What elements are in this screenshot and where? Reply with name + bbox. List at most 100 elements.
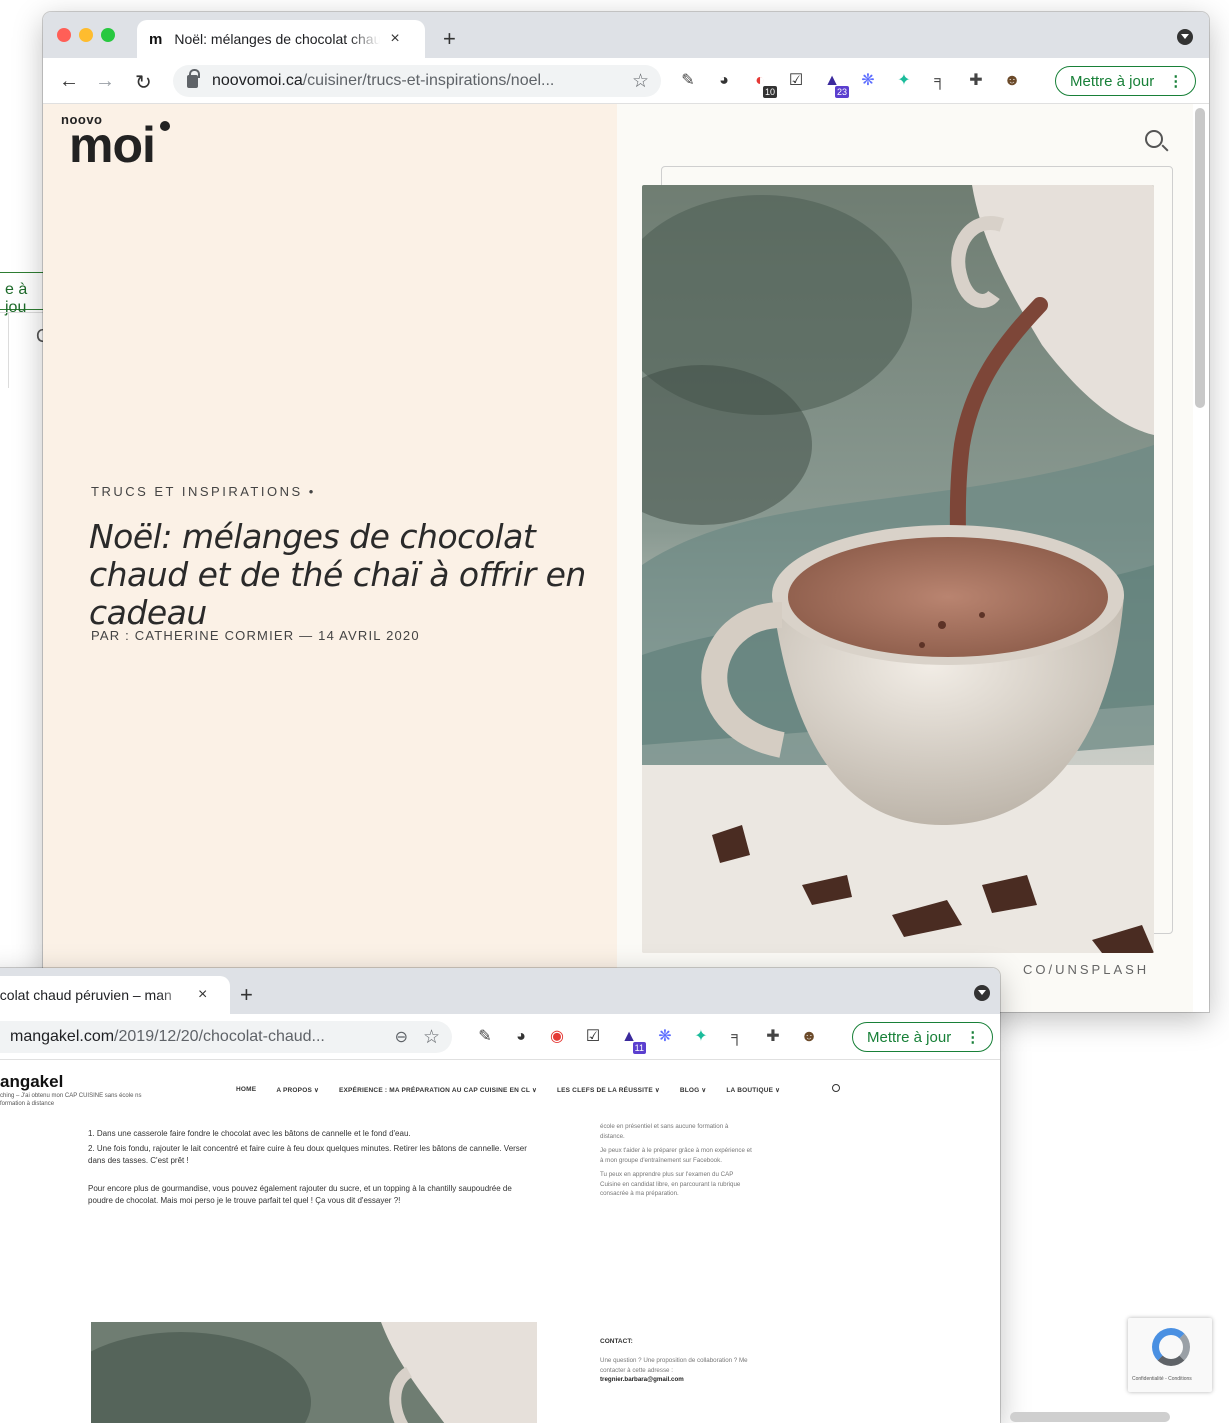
glasses-icon[interactable]: ◕ <box>713 70 735 92</box>
browser-toolbar-2: mangakel.com/2019/12/20/chocolat-chaud..… <box>0 1014 1000 1060</box>
checkbox-icon[interactable]: ☑ <box>582 1026 604 1048</box>
profile-menu-icon[interactable] <box>1177 29 1193 45</box>
close-tab-icon[interactable]: × <box>390 30 399 48</box>
reload-icon[interactable]: ↻ <box>135 70 152 95</box>
contact-block: Une question ? Une proposition de collab… <box>600 1356 756 1385</box>
tab-strip-2: ocolat chaud péruvien – man × + <box>0 968 1000 1014</box>
noovomoi-page: noovo moi TRUCS ET INSPIRATIONS • Noël: … <box>43 104 1209 1012</box>
bookmark-star-icon-2[interactable]: ☆ <box>423 1026 440 1049</box>
zoom-window-button[interactable] <box>101 28 115 42</box>
pipe-icon[interactable]: ╕ <box>929 70 951 92</box>
browser-toolbar: ← → ↻ noovomoi.ca/cuisiner/trucs-et-insp… <box>43 58 1209 104</box>
nav-clefs-reussite[interactable]: LES CLEFS DE LA RÉUSSITE ∨ <box>557 1086 660 1094</box>
extensions-bar: ✎ ◕ ◐ 10 ☑ ▲ 23 ❋ ✦ ╕ ✚ ☻ <box>677 70 1023 98</box>
puzzle-icon[interactable]: ✚ <box>762 1026 784 1048</box>
graduation-cap-icon[interactable]: ▲ 11 <box>618 1026 646 1054</box>
close-tab-icon-2[interactable]: × <box>198 986 207 1004</box>
address-bar[interactable]: noovomoi.ca/cuisiner/trucs-et-inspiratio… <box>173 65 661 97</box>
contact-email-link[interactable]: tregnier.barbara@gmail.com <box>600 1375 756 1385</box>
nav-experience[interactable]: EXPÉRIENCE : MA PRÉPARATION AU CAP CUISI… <box>339 1086 537 1094</box>
recaptcha-text[interactable]: Confidentialité - Conditions <box>1132 1376 1192 1382</box>
recipe-photo <box>91 1322 537 1423</box>
extension-badge: 10 <box>762 86 777 98</box>
new-tab-button[interactable]: + <box>443 26 456 52</box>
url-host-2: mangakel.com <box>10 1028 115 1045</box>
recaptcha-icon <box>1152 1328 1190 1366</box>
address-bar-2[interactable]: mangakel.com/2019/12/20/chocolat-chaud..… <box>0 1021 452 1053</box>
article-byline: PAR : CATHERINE CORMIER — 14 AVRIL 2020 <box>91 628 420 643</box>
url-path: /cuisiner/trucs-et-inspirations/noel... <box>302 72 555 89</box>
recipe-body: 1. Dans une casserole faire fondre le ch… <box>88 1128 538 1210</box>
site-tagline: ching – J'ai obtenu mon CAP CUISINE sans… <box>0 1093 142 1107</box>
bookmark-star-icon[interactable]: ☆ <box>632 70 649 93</box>
sidebar-paragraph: Je peux t'aider à le préparer grâce à mo… <box>600 1147 752 1164</box>
tab-title: Noël: mélanges de chocolat chaud <box>174 31 381 47</box>
nav-blog[interactable]: BLOG ∨ <box>680 1086 707 1094</box>
kebab-menu-icon[interactable]: ⋮ <box>1168 72 1183 90</box>
extension-badge: 23 <box>834 86 849 98</box>
contact-text: Une question ? Une proposition de collab… <box>600 1357 748 1374</box>
tab-strip: m Noël: mélanges de chocolat chaud × + <box>43 12 1209 58</box>
minimize-window-button[interactable] <box>79 28 93 42</box>
profile-menu-icon-2[interactable] <box>974 985 990 1001</box>
window-controls <box>57 28 115 42</box>
checkbox-icon[interactable]: ☑ <box>785 70 807 92</box>
sidebar-paragraph: école en présentiel et sans aucune forma… <box>600 1123 729 1140</box>
site-logo[interactable]: moi <box>69 116 156 174</box>
magnet-icon[interactable]: ◐ 10 <box>749 70 777 98</box>
contact-heading: CONTACT: <box>600 1338 633 1345</box>
snowflake-icon[interactable]: ❋ <box>857 70 879 92</box>
pipe-icon[interactable]: ╕ <box>726 1026 748 1048</box>
sidebar-text: école en présentiel et sans aucune forma… <box>600 1122 752 1204</box>
new-tab-button-2[interactable]: + <box>240 982 253 1008</box>
puzzle-icon[interactable]: ✚ <box>965 70 987 92</box>
graduation-cap-icon[interactable]: ▲ 23 <box>821 70 849 98</box>
recipe-step: 2. Une fois fondu, rajouter le lait conc… <box>88 1144 527 1165</box>
nav-home[interactable]: HOME <box>236 1086 256 1094</box>
eyedropper-icon[interactable]: ✎ <box>474 1026 496 1048</box>
forward-arrow-icon[interactable]: → <box>95 70 115 93</box>
runner-icon[interactable]: ✦ <box>893 70 915 92</box>
lock-icon[interactable] <box>187 68 200 88</box>
close-window-button[interactable] <box>57 28 71 42</box>
extension-badge: 11 <box>632 1042 646 1054</box>
hot-chocolate-photo <box>642 185 1154 953</box>
url-host: noovomoi.ca <box>212 72 303 89</box>
search-icon-2[interactable] <box>832 1084 840 1092</box>
nav-a-propos[interactable]: A PROPOS ∨ <box>276 1086 319 1094</box>
mangakel-logo[interactable]: angakel <box>0 1072 63 1092</box>
extensions-bar-2: ✎ ◕ ◉ ☑ ▲ 11 ❋ ✦ ╕ ✚ ☻ <box>474 1026 820 1054</box>
browser-window-noovomoi: m Noël: mélanges de chocolat chaud × + ←… <box>43 12 1209 1012</box>
update-button-2[interactable]: Mettre à jour ⋮ <box>852 1022 994 1052</box>
glasses-icon[interactable]: ◕ <box>510 1026 532 1048</box>
article-category[interactable]: TRUCS ET INSPIRATIONS • <box>91 484 316 499</box>
mangakel-page: angakel ching – J'ai obtenu mon CAP CUIS… <box>0 1060 1000 1423</box>
avatar-icon[interactable]: ☻ <box>1001 70 1023 92</box>
avatar-icon[interactable]: ☻ <box>798 1026 820 1048</box>
update-button-label: Mettre à jour <box>1070 72 1155 90</box>
article-title: Noël: mélanges de chocolat chaud et de t… <box>89 517 586 632</box>
tab-noel-chocolat[interactable]: m Noël: mélanges de chocolat chaud × <box>137 20 425 58</box>
tab-title-2: ocolat chaud péruvien – man <box>0 987 172 1003</box>
sidebar-paragraph: Tu peux en apprendre plus sur l'examen d… <box>600 1171 741 1197</box>
snowflake-icon[interactable]: ❋ <box>654 1026 676 1048</box>
vertical-scrollbar[interactable] <box>1195 108 1205 408</box>
recipe-paragraph: Pour encore plus de gourmandise, vous po… <box>88 1184 512 1205</box>
update-button[interactable]: Mettre à jour ⋮ <box>1055 66 1197 96</box>
search-icon[interactable] <box>1145 130 1163 148</box>
runner-icon[interactable]: ✦ <box>690 1026 712 1048</box>
recaptcha-badge[interactable]: Confidentialité - Conditions <box>1128 1318 1212 1392</box>
recipe-step: 1. Dans une casserole faire fondre le ch… <box>88 1129 411 1138</box>
main-navigation: HOME A PROPOS ∨ EXPÉRIENCE : MA PRÉPARAT… <box>236 1086 780 1094</box>
browser-window-mangakel: ocolat chaud péruvien – man × + mangakel… <box>0 968 1000 1423</box>
tab-chocolat-peruvien[interactable]: ocolat chaud péruvien – man × <box>0 976 230 1014</box>
nav-boutique[interactable]: LA BOUTIQUE ∨ <box>726 1086 780 1094</box>
horizontal-scrollbar[interactable] <box>1010 1412 1170 1422</box>
zoom-icon[interactable]: ⊖ <box>395 1027 408 1047</box>
opera-icon[interactable]: ◉ <box>546 1026 568 1048</box>
eyedropper-icon[interactable]: ✎ <box>677 70 699 92</box>
back-arrow-icon[interactable]: ← <box>59 70 79 93</box>
kebab-menu-icon-2[interactable]: ⋮ <box>965 1028 980 1046</box>
photo-credit: CO/UNSPLASH <box>1023 962 1150 977</box>
update-button-label-2: Mettre à jour <box>867 1028 952 1046</box>
